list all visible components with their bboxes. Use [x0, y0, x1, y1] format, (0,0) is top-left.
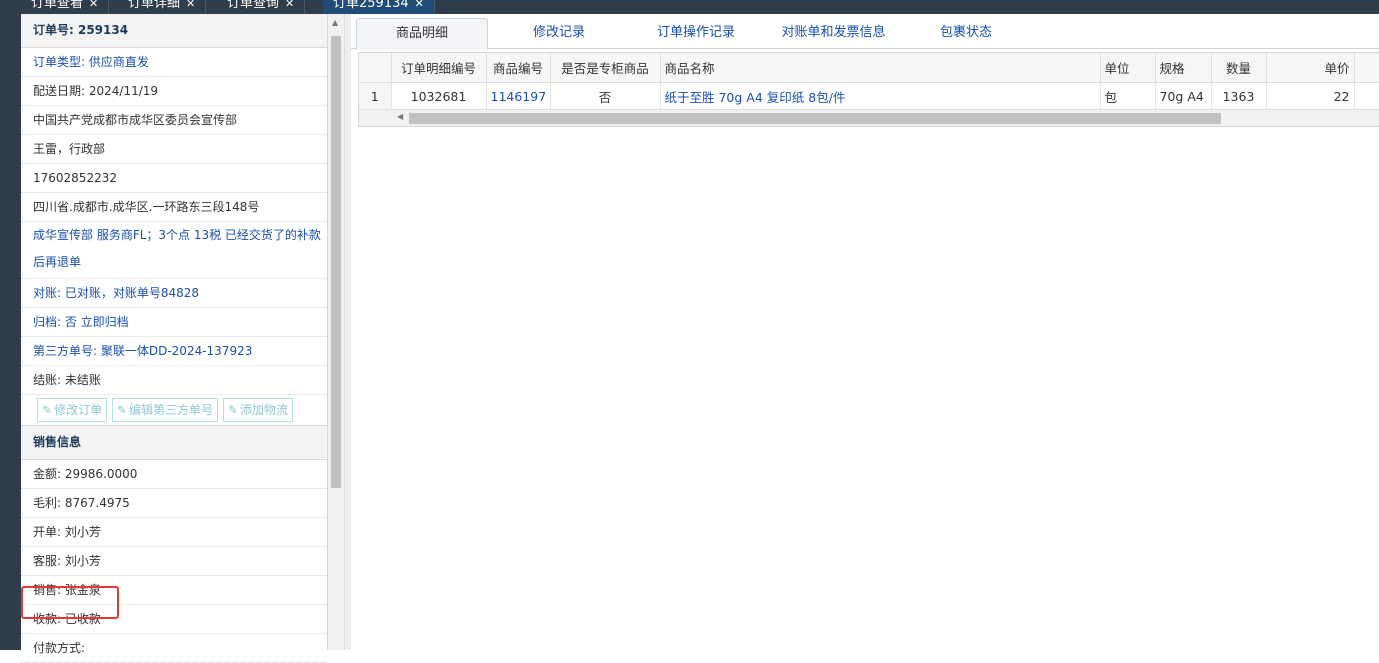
table-row[interactable]: 1 1032681 1146197 否 纸于至胜 70g A4 复印纸 8包/件…	[359, 82, 1379, 109]
col-qty[interactable]: 数量	[1211, 53, 1267, 83]
left-nav-band	[0, 0, 21, 650]
cell-qty: 1363	[1211, 82, 1267, 109]
edit-third-party-label: 编辑第三方单号	[128, 403, 213, 417]
left-panel-scrollbar[interactable]: ▲	[328, 14, 344, 650]
col-unit[interactable]: 单位	[1100, 53, 1156, 83]
payment-method: 付款方式:	[21, 634, 327, 663]
reconcile-status: 对账: 已对账，对账单号84828	[21, 279, 327, 308]
cell-spec: 70g A4	[1155, 82, 1212, 109]
top-tab-label: 订单详细	[128, 0, 181, 11]
edit-icon: ✎	[116, 403, 127, 417]
tab-statement-invoice[interactable]: 对账单和发票信息	[771, 18, 896, 48]
cell-product-id-link[interactable]: 1146197	[486, 82, 551, 109]
cell-filler	[1354, 82, 1379, 109]
edit-icon: ✎	[227, 403, 238, 417]
top-tab-order-detail[interactable]: 订单详细 ✕	[118, 0, 207, 14]
sales-service: 客服: 刘小芳	[21, 547, 327, 576]
contact-phone: 17602852232	[21, 164, 327, 193]
top-tab-label: 订单259134	[333, 0, 409, 11]
scroll-up-icon[interactable]: ▲	[332, 18, 338, 27]
scroll-left-icon[interactable]: ◀	[397, 112, 403, 121]
close-icon[interactable]: ✕	[186, 0, 195, 10]
settle-status: 结账: 未结账	[21, 366, 327, 395]
grid-header-row: 订单明细编号 商品编号 是否是专柜商品 商品名称 单位 规格 数量 单价	[359, 53, 1379, 83]
grid-horizontal-scrollbar[interactable]: ◀	[359, 109, 1379, 126]
col-product-id[interactable]: 商品编号	[486, 53, 551, 83]
top-tab-label: 订单查看	[31, 0, 84, 11]
order-type: 订单类型: 供应商直发	[21, 48, 327, 77]
col-filler	[1354, 53, 1379, 83]
close-icon[interactable]: ✕	[89, 0, 98, 10]
customer-name: 中国共产党成都市成华区委员会宣传部	[21, 106, 327, 135]
payment-status-highlight	[21, 586, 119, 619]
tab-package-status[interactable]: 包裹状态	[916, 18, 1016, 48]
top-tab-order-view[interactable]: 订单查看 ✕	[21, 0, 110, 14]
sales-issuer: 开单: 刘小芳	[21, 518, 327, 547]
third-party-number: 第三方单号: 聚联一体DD-2024-137923	[21, 337, 327, 366]
sales-profit: 毛利: 8767.4975	[21, 489, 327, 518]
detail-tab-bar: 商品明细 修改记录 订单操作记录 对账单和发票信息 包裹状态	[351, 16, 1379, 50]
close-icon[interactable]: ✕	[415, 0, 424, 10]
product-grid: 订单明细编号 商品编号 是否是专柜商品 商品名称 单位 规格 数量 单价 1 1…	[358, 52, 1379, 127]
tab-operation-log[interactable]: 订单操作记录	[636, 18, 756, 48]
top-tab-current-order[interactable]: 订单259134 ✕	[323, 0, 435, 14]
cell-price: 22	[1266, 82, 1355, 109]
sales-info-header: 销售信息	[21, 425, 327, 460]
top-tab-bar: 订单查看 ✕ 订单详细 ✕ 订单查询 ✕ 订单259134 ✕	[21, 0, 1379, 14]
archive-status[interactable]: 归档: 否 立即归档	[21, 308, 327, 337]
col-spec[interactable]: 规格	[1155, 53, 1212, 83]
delivery-date: 配送日期: 2024/11/19	[21, 77, 327, 106]
tab-change-log[interactable]: 修改记录	[499, 18, 619, 48]
edit-third-party-button[interactable]: ✎ 编辑第三方单号	[111, 398, 218, 422]
col-detail-id[interactable]: 订单明细编号	[391, 53, 487, 83]
cell-unit: 包	[1100, 82, 1156, 109]
order-detail-panel: 商品明细 修改记录 订单操作记录 对账单和发票信息 包裹状态 订单明细编号 商品…	[351, 14, 1379, 650]
add-logistics-button[interactable]: ✎ 添加物流	[222, 398, 293, 422]
order-info-panel: 订单号: 259134 订单类型: 供应商直发 配送日期: 2024/11/19…	[21, 14, 328, 663]
tab-product-detail[interactable]: 商品明细	[356, 18, 488, 50]
col-is-counter[interactable]: 是否是专柜商品	[550, 53, 661, 83]
order-action-buttons: ✎ 修改订单 ✎ 编辑第三方单号 ✎ 添加物流	[21, 395, 327, 425]
cell-detail-id: 1032681	[391, 82, 487, 109]
add-logistics-label: 添加物流	[239, 403, 288, 417]
cell-is-counter: 否	[550, 82, 661, 109]
contact-person: 王雷，行政部	[21, 135, 327, 164]
order-number: 订单号: 259134	[21, 14, 327, 48]
row-number: 1	[359, 82, 392, 109]
scrollbar-thumb[interactable]	[331, 36, 341, 488]
cell-product-name-link[interactable]: 纸于至胜 70g A4 复印纸 8包/件	[660, 82, 1101, 109]
sales-amount: 金额: 29986.0000	[21, 460, 327, 489]
edit-order-label: 修改订单	[54, 403, 103, 417]
edit-order-button[interactable]: ✎ 修改订单	[37, 398, 108, 422]
col-price[interactable]: 单价	[1266, 53, 1355, 83]
scrollbar-thumb[interactable]	[409, 113, 1221, 124]
col-rownum	[359, 53, 392, 83]
top-tab-order-query[interactable]: 订单查询 ✕	[217, 0, 306, 14]
edit-icon: ✎	[42, 403, 53, 417]
col-product-name[interactable]: 商品名称	[660, 53, 1101, 83]
delivery-address: 四川省.成都市.成华区.一环路东三段148号	[21, 193, 327, 222]
order-remark: 成华宣传部 服务商FL；3个点 13税 已经交货了的补款后再退单	[21, 222, 327, 279]
top-tab-label: 订单查询	[227, 0, 280, 11]
close-icon[interactable]: ✕	[285, 0, 294, 10]
